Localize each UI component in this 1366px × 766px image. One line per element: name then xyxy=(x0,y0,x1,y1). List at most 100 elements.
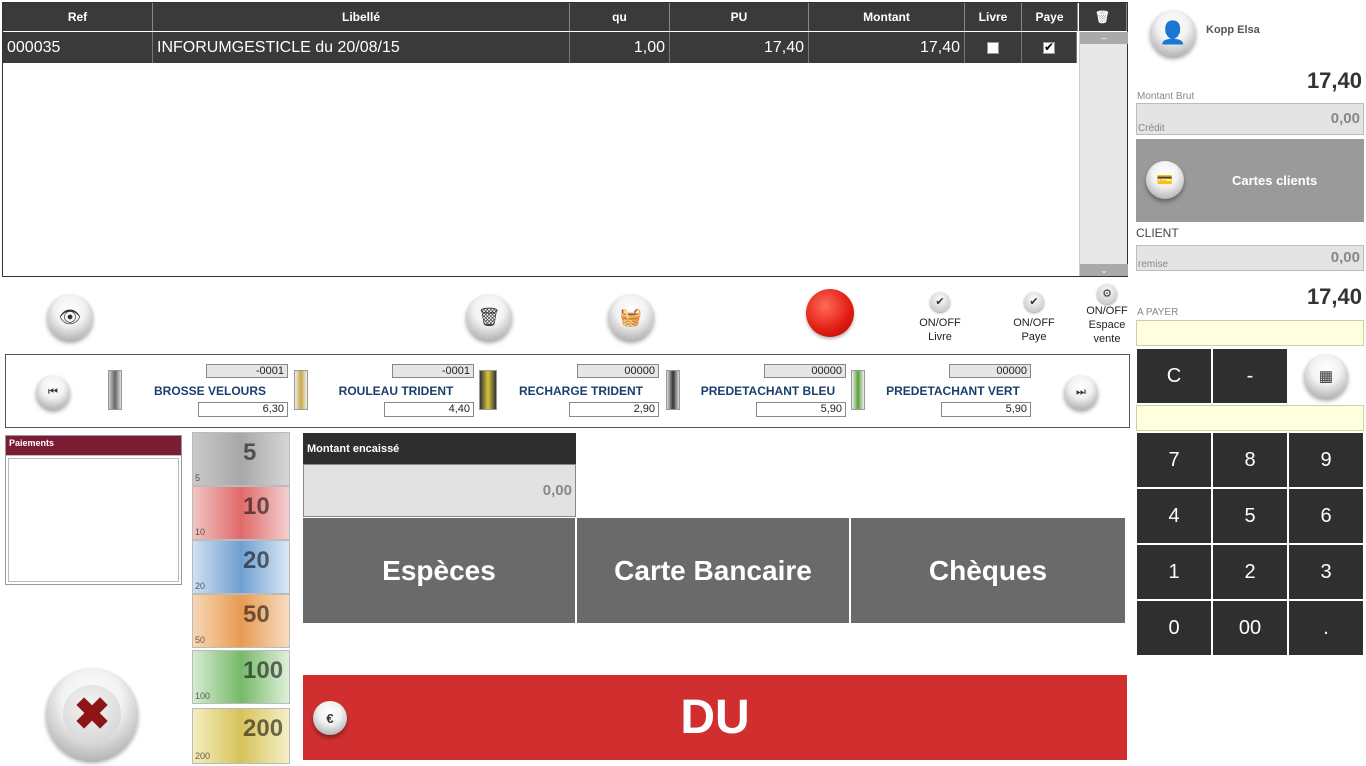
link-icon: ⚙ xyxy=(1097,284,1117,304)
last-page-button[interactable]: ⏭ xyxy=(1064,375,1098,409)
key-3[interactable]: 3 xyxy=(1289,545,1363,599)
payments-title: Paiements xyxy=(6,436,181,456)
key-4[interactable]: 4 xyxy=(1137,489,1211,543)
skip-back-icon: ⏮ xyxy=(48,385,58,398)
col-header-montant[interactable]: Montant xyxy=(809,3,965,31)
product-count: 00000 xyxy=(764,364,846,378)
montant-encaisse-field[interactable]: 0,00 xyxy=(303,464,576,517)
col-header-pu[interactable]: PU xyxy=(670,3,809,31)
toggle-paye[interactable]: ✔ ON/OFF Paye xyxy=(1009,292,1059,344)
table-row[interactable]: 000035 INFORUMGESTICLE du 20/08/15 1,00 … xyxy=(3,32,1077,63)
key-8[interactable]: 8 xyxy=(1213,433,1287,487)
key-7[interactable]: 7 xyxy=(1137,433,1211,487)
toggle-livre[interactable]: ✔ ON/OFF Livre xyxy=(915,292,965,344)
banknote-200[interactable]: 200 200 xyxy=(192,708,290,764)
key-6[interactable]: 6 xyxy=(1289,489,1363,543)
scroll-down-button[interactable]: ⌄ xyxy=(1080,264,1128,276)
user-icon: 👤 xyxy=(1159,20,1187,45)
col-header-qu[interactable]: qu xyxy=(570,3,670,31)
banknote-50[interactable]: 50 50 xyxy=(192,594,290,648)
carte-bancaire-button[interactable]: Carte Bancaire xyxy=(577,518,851,623)
table-scrollbar[interactable]: – ⌄ xyxy=(1079,32,1128,276)
toggle-paye-label: ON/OFF Paye xyxy=(1013,317,1055,343)
key-9[interactable]: 9 xyxy=(1289,433,1363,487)
check-icon: ✔ xyxy=(1024,292,1044,312)
add-basket-button[interactable]: 🧺 xyxy=(608,294,654,340)
delete-column-icon[interactable]: 🗑 xyxy=(1079,3,1127,31)
cell-pu[interactable]: 17,40 xyxy=(670,32,809,63)
cartes-clients-button[interactable]: 💳 Cartes clients xyxy=(1136,139,1364,222)
product-count: -0001 xyxy=(392,364,474,378)
payments-panel: Paiements xyxy=(5,435,182,585)
du-label: DU xyxy=(680,691,750,744)
key-decimal[interactable]: . xyxy=(1289,601,1363,655)
product-image xyxy=(294,370,308,410)
payment-entry-field[interactable] xyxy=(1136,320,1364,346)
calculator-button[interactable]: ▦ xyxy=(1304,354,1348,398)
cancel-button[interactable]: ✖ xyxy=(46,668,138,760)
cartes-clients-label: Cartes clients xyxy=(1232,173,1318,188)
credit-value: 0,00 xyxy=(1330,110,1360,127)
montant-encaisse-label: Montant encaissé xyxy=(303,433,576,464)
remise-field[interactable]: 0,00 remise xyxy=(1136,245,1364,271)
view-button[interactable]: 👁 xyxy=(47,294,93,340)
product-image xyxy=(666,370,680,410)
banknote-10[interactable]: 10 10 xyxy=(192,486,290,540)
product-name: ROULEAU TRIDENT xyxy=(338,384,454,398)
card-icon: 💳 xyxy=(1146,161,1184,199)
remise-value: 0,00 xyxy=(1330,249,1360,266)
payments-list[interactable] xyxy=(8,458,179,582)
cell-qu[interactable]: 1,00 xyxy=(570,32,670,63)
order-table: Ref Libellé qu PU Montant Livre Paye 🗑 0… xyxy=(2,2,1128,277)
cell-libelle: INFORUMGESTICLE du 20/08/15 xyxy=(153,32,570,63)
product-name: PREDETACHANT VERT xyxy=(886,384,1020,398)
product-name: BROSSE VELOURS xyxy=(153,384,267,398)
product-image xyxy=(851,370,865,410)
key-0[interactable]: 0 xyxy=(1137,601,1211,655)
product-tile[interactable]: 00000 PREDETACHANT VERT 5,90 xyxy=(851,364,1035,418)
product-tile[interactable]: 00000 RECHARGE TRIDENT 2,90 xyxy=(479,364,663,418)
product-count: 00000 xyxy=(577,364,659,378)
record-button[interactable] xyxy=(806,289,854,337)
a-payer-value: 17,40 xyxy=(1306,284,1362,309)
product-tile[interactable]: -0001 ROULEAU TRIDENT 4,40 xyxy=(294,364,478,418)
key-1[interactable]: 1 xyxy=(1137,545,1211,599)
product-price: 6,30 xyxy=(198,402,288,417)
first-page-button[interactable]: ⏮ xyxy=(36,375,70,409)
paye-checkbox[interactable] xyxy=(1043,40,1055,54)
scroll-up-button[interactable]: – xyxy=(1080,32,1128,44)
key-minus[interactable]: - xyxy=(1213,349,1287,403)
close-icon: ✖ xyxy=(63,685,121,743)
key-5[interactable]: 5 xyxy=(1213,489,1287,543)
du-button[interactable]: € DU xyxy=(303,675,1127,760)
product-price: 5,90 xyxy=(941,402,1031,417)
product-tile[interactable]: 00000 PREDETACHANT BLEU 5,90 xyxy=(666,364,850,418)
a-payer-label: A PAYER xyxy=(1137,307,1179,318)
especes-button[interactable]: Espèces xyxy=(303,518,577,623)
check-icon: ✔ xyxy=(930,292,950,312)
product-strip: ⏮ -0001 BROSSE VELOURS 6,30 -0001 ROULEA… xyxy=(5,354,1130,428)
col-header-paye[interactable]: Paye xyxy=(1022,3,1078,31)
toggle-espace-vente[interactable]: ⚙ ON/OFF Espace vente xyxy=(1083,284,1131,346)
money-bag-icon: € xyxy=(313,701,347,735)
key-00[interactable]: 00 xyxy=(1213,601,1287,655)
empty-basket-button[interactable]: 🗑 xyxy=(466,294,512,340)
banknote-5[interactable]: 55 xyxy=(192,432,290,486)
credit-field[interactable]: 0,00 Crédit xyxy=(1136,103,1364,135)
col-header-libelle[interactable]: Libellé xyxy=(153,3,570,31)
col-header-livre[interactable]: Livre xyxy=(965,3,1022,31)
cheques-button[interactable]: Chèques xyxy=(851,518,1125,623)
key-clear[interactable]: C xyxy=(1137,349,1211,403)
product-price: 5,90 xyxy=(756,402,846,417)
calculator-icon: ▦ xyxy=(1318,368,1334,385)
cell-ref: 000035 xyxy=(3,32,153,63)
keypad-display[interactable] xyxy=(1136,405,1364,431)
livre-checkbox[interactable] xyxy=(987,41,999,54)
col-header-ref[interactable]: Ref xyxy=(3,3,153,31)
banknote-100[interactable]: 100 100 xyxy=(192,650,290,704)
key-2[interactable]: 2 xyxy=(1213,545,1287,599)
product-tile[interactable]: -0001 BROSSE VELOURS 6,30 xyxy=(108,364,292,418)
user-avatar[interactable]: 👤 xyxy=(1150,10,1196,56)
product-name: RECHARGE TRIDENT xyxy=(518,384,643,398)
banknote-20[interactable]: 20 20 xyxy=(192,540,290,594)
